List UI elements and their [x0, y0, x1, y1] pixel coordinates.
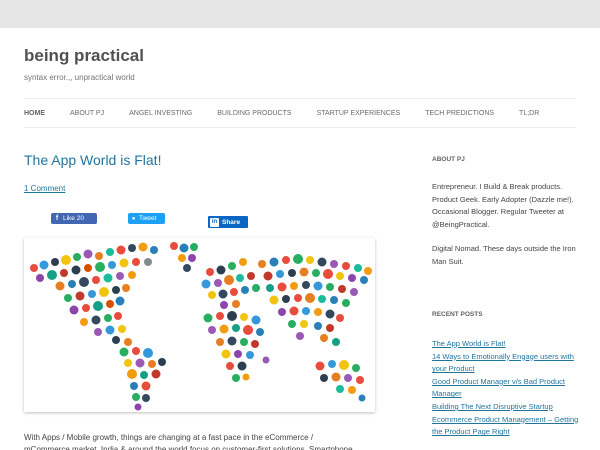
linkedin-share-label: Share	[222, 218, 241, 226]
recent-post-link[interactable]: The App World is Flat!	[432, 338, 580, 351]
nav-item-about-pj[interactable]: ABOUT PJ	[70, 110, 104, 117]
recent-post-link[interactable]: Building The Next Disruptive Startup	[432, 401, 580, 414]
facebook-like-label: Like 20	[63, 215, 84, 222]
post-title[interactable]: The App World is Flat!	[24, 152, 161, 168]
about-widget-title: ABOUT PJ	[432, 156, 465, 163]
nav-item-building-products[interactable]: BUILDING PRODUCTS	[217, 110, 291, 117]
post-excerpt: With Apps / Mobile growth, things are ch…	[24, 433, 353, 450]
south-america-icons	[119, 347, 166, 411]
featured-image-world-map	[24, 238, 375, 412]
recent-post-link[interactable]: Good Product Manager v/s Bad Product Man…	[432, 376, 580, 401]
twitter-bird-icon: ●	[131, 215, 136, 222]
facebook-like-button[interactable]: f Like 20	[51, 213, 97, 224]
nav-item-tldr[interactable]: TL;DR	[519, 110, 539, 117]
north-america-icons	[30, 242, 158, 346]
asia-icons	[258, 254, 372, 346]
main-nav: HOME ABOUT PJ ANGEL INVESTING BUILDING P…	[24, 98, 576, 128]
africa-icons	[203, 311, 270, 382]
about-paragraph-1: Entrepreneur. I Build & Break products. …	[432, 182, 574, 229]
europe-icons	[201, 258, 260, 309]
about-widget-text: Entrepreneur. I Build & Break products. …	[432, 181, 582, 281]
linkedin-icon: in	[210, 217, 219, 227]
comments-link[interactable]: 1 Comment	[24, 184, 65, 193]
tweet-label: Tweet	[139, 215, 157, 222]
nav-item-home[interactable]: HOME	[24, 110, 45, 117]
recent-posts-list: The App World is Flat! 14 Ways to Emotio…	[432, 338, 580, 439]
greenland-icons	[170, 242, 198, 272]
about-paragraph-2: Digital Nomad. These days outside the Ir…	[432, 244, 576, 266]
recent-post-link[interactable]: 14 Ways to Emotionally Engage users with…	[432, 351, 580, 376]
australia-icons	[315, 360, 366, 402]
world-map-of-app-icons	[30, 242, 372, 411]
recent-post-link[interactable]: Ecommerce Product Management – Getting t…	[432, 414, 580, 439]
nav-item-tech-predictions[interactable]: TECH PREDICTIONS	[425, 110, 494, 117]
recent-posts-title: RECENT POSTS	[432, 311, 483, 318]
nav-item-startup-experiences[interactable]: STARTUP EXPERIENCES	[317, 110, 401, 117]
site-title[interactable]: being practical	[24, 46, 144, 66]
site-description: syntax error.,, unpractical world	[24, 73, 135, 82]
facebook-thumb-icon: f	[55, 215, 59, 222]
tweet-button[interactable]: ● Tweet	[128, 213, 165, 224]
page: being practical syntax error.,, unpracti…	[0, 28, 600, 450]
linkedin-share-button[interactable]: in Share	[208, 216, 248, 228]
nav-item-angel-investing[interactable]: ANGEL INVESTING	[129, 110, 192, 117]
